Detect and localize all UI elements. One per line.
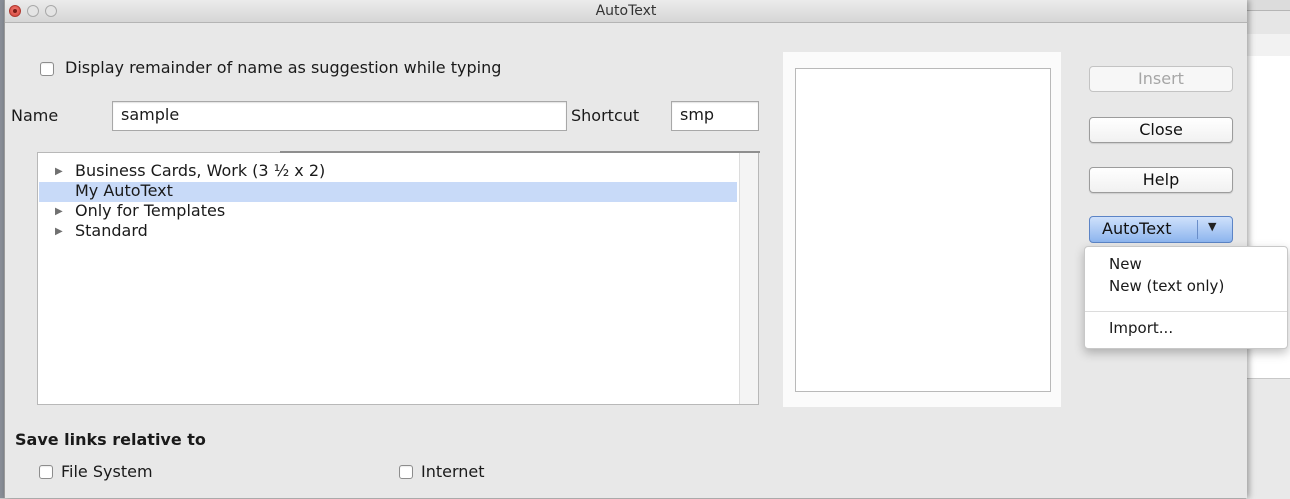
title-bar: AutoText xyxy=(5,0,1247,23)
menu-item-import[interactable]: Import... xyxy=(1109,319,1173,337)
tree-item-label: Business Cards, Work (3 ½ x 2) xyxy=(75,161,326,180)
window-title: AutoText xyxy=(595,3,657,19)
menu-item-new-text-only[interactable]: New (text only) xyxy=(1109,277,1224,295)
file-system-checkbox[interactable] xyxy=(39,465,53,479)
tree-item-label: My AutoText xyxy=(75,181,173,200)
autotext-button-label: AutoText xyxy=(1102,219,1172,238)
suggestion-checkbox[interactable] xyxy=(40,62,54,76)
shortcut-input[interactable]: smp xyxy=(671,101,759,131)
autotext-menu-button[interactable]: AutoText ▼ xyxy=(1089,216,1233,243)
expand-arrow-icon[interactable]: ▶ xyxy=(55,162,63,182)
expand-arrow-icon[interactable]: ▶ xyxy=(55,222,63,242)
tree-item-label: Standard xyxy=(75,221,148,240)
internet-checkbox[interactable] xyxy=(399,465,413,479)
close-button[interactable]: Close xyxy=(1089,117,1233,143)
expand-arrow-icon[interactable]: ▶ xyxy=(55,202,63,222)
name-label: Name xyxy=(11,106,59,125)
preview-frame xyxy=(795,68,1051,392)
tree-item-business-cards[interactable]: ▶ Business Cards, Work (3 ½ x 2) xyxy=(39,161,737,182)
autotext-dialog: AutoText Display remainder of name as su… xyxy=(4,0,1247,498)
category-tree[interactable]: ▶ Business Cards, Work (3 ½ x 2) My Auto… xyxy=(37,151,760,405)
preview-panel xyxy=(783,52,1061,407)
autotext-button-divider xyxy=(1197,220,1198,239)
tree-item-only-for-templates[interactable]: ▶ Only for Templates xyxy=(39,201,737,222)
background-lower-area xyxy=(1246,378,1290,499)
insert-button[interactable]: Insert xyxy=(1089,66,1233,92)
suggestion-label: Display remainder of name as suggestion … xyxy=(65,58,502,77)
tree-item-standard[interactable]: ▶ Standard xyxy=(39,221,737,242)
background-toolbar xyxy=(1246,10,1290,36)
file-system-label: File System xyxy=(61,462,153,481)
tree-header-line xyxy=(280,151,760,153)
internet-label: Internet xyxy=(421,462,485,481)
help-button[interactable]: Help xyxy=(1089,167,1233,193)
tree-scrollbar[interactable] xyxy=(739,153,758,404)
dropdown-arrow-icon[interactable]: ▼ xyxy=(1208,220,1216,233)
save-links-title: Save links relative to xyxy=(15,430,206,449)
menu-item-new[interactable]: New xyxy=(1109,255,1142,273)
tree-item-label: Only for Templates xyxy=(75,201,226,220)
shortcut-label: Shortcut xyxy=(571,106,640,125)
autotext-dropdown-menu: New New (text only) Import... xyxy=(1084,246,1288,349)
tree-item-my-autotext[interactable]: My AutoText xyxy=(39,181,737,202)
name-input[interactable]: sample xyxy=(112,101,567,131)
background-ruler xyxy=(1246,34,1290,57)
menu-separator xyxy=(1085,311,1287,312)
